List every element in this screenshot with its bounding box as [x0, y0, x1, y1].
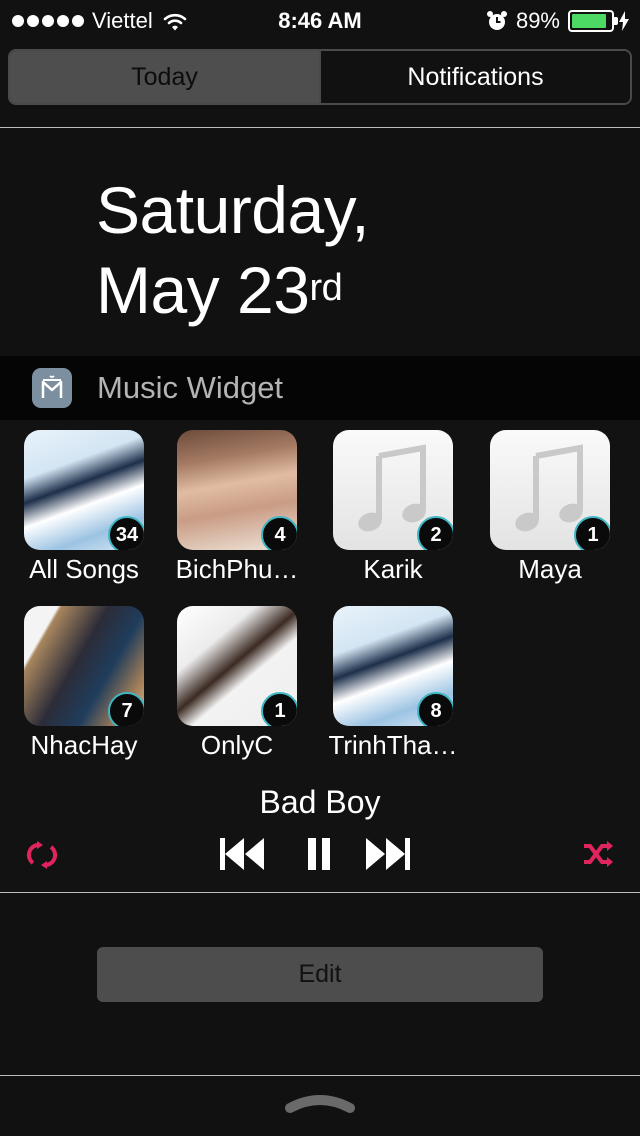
- date-ordinal-suffix: rd: [309, 267, 343, 309]
- album-label: All Songs: [29, 554, 139, 584]
- repeat-icon[interactable]: [26, 840, 58, 870]
- next-track-icon[interactable]: [364, 836, 412, 872]
- album-cover: 2: [333, 430, 453, 550]
- date-day: May 23rd: [96, 250, 369, 330]
- battery-fill: [572, 14, 606, 28]
- album-tile[interactable]: 1 Maya: [472, 430, 628, 585]
- tab-today[interactable]: Today: [10, 51, 319, 103]
- album-label: TrinhTha…: [328, 730, 458, 760]
- album-cover: 1: [177, 606, 297, 726]
- widget-divider: [0, 892, 640, 893]
- date-weekday: Saturday,: [96, 173, 370, 247]
- album-cover: 34: [24, 430, 144, 550]
- today-notifications-segmented-control: Today Notifications: [8, 49, 632, 105]
- header-divider: [0, 127, 640, 128]
- alarm-icon: [486, 11, 507, 30]
- song-count-badge: 1: [574, 516, 610, 550]
- song-count-badge: 8: [417, 692, 453, 726]
- album-label: OnlyC: [200, 730, 274, 760]
- album-tile[interactable]: 7 NhacHay: [6, 606, 162, 761]
- previous-track-icon[interactable]: [218, 836, 266, 872]
- today-date: Saturday, May 23rd: [96, 170, 370, 330]
- music-widget-body: 34 All Songs 4 BichPhu… 2 Karik 1 Maya 7…: [0, 420, 640, 892]
- pause-icon[interactable]: [306, 836, 332, 872]
- tab-notifications[interactable]: Notifications: [319, 51, 630, 103]
- song-count-badge: 7: [108, 692, 144, 726]
- album-label: BichPhu…: [175, 554, 299, 584]
- shuffle-icon[interactable]: [582, 840, 614, 868]
- album-label: Karik: [363, 554, 423, 584]
- music-widget-header[interactable]: Music Widget: [0, 356, 640, 420]
- song-count-badge: 1: [261, 692, 297, 726]
- status-bar: Viettel 8:46 AM 89%: [0, 0, 640, 40]
- song-count-badge: 2: [417, 516, 453, 550]
- footer-divider: [0, 1075, 640, 1076]
- album-tile[interactable]: 2 Karik: [315, 430, 471, 585]
- now-playing-title: Bad Boy: [259, 784, 381, 820]
- date-month-day: May 23: [96, 253, 310, 327]
- charging-bolt-icon: [619, 11, 629, 31]
- edit-button[interactable]: Edit: [97, 947, 543, 1002]
- album-cover: 1: [490, 430, 610, 550]
- music-widget-title: Music Widget: [97, 370, 284, 405]
- grabber-handle-icon[interactable]: [284, 1092, 356, 1114]
- album-tile[interactable]: 8 TrinhTha…: [315, 606, 471, 761]
- battery-icon: [568, 10, 618, 32]
- album-label: NhacHay: [30, 730, 138, 760]
- album-tile[interactable]: 34 All Songs: [6, 430, 162, 585]
- album-cover: 7: [24, 606, 144, 726]
- album-cover: 8: [333, 606, 453, 726]
- music-widget-app-icon: [32, 368, 72, 408]
- album-cover: 4: [177, 430, 297, 550]
- album-label: Maya: [518, 554, 582, 584]
- battery-percentage: 89%: [515, 8, 560, 33]
- album-tile[interactable]: 4 BichPhu…: [159, 430, 315, 585]
- song-count-badge: 4: [261, 516, 297, 550]
- album-tile[interactable]: 1 OnlyC: [159, 606, 315, 761]
- song-count-badge: 34: [108, 516, 144, 550]
